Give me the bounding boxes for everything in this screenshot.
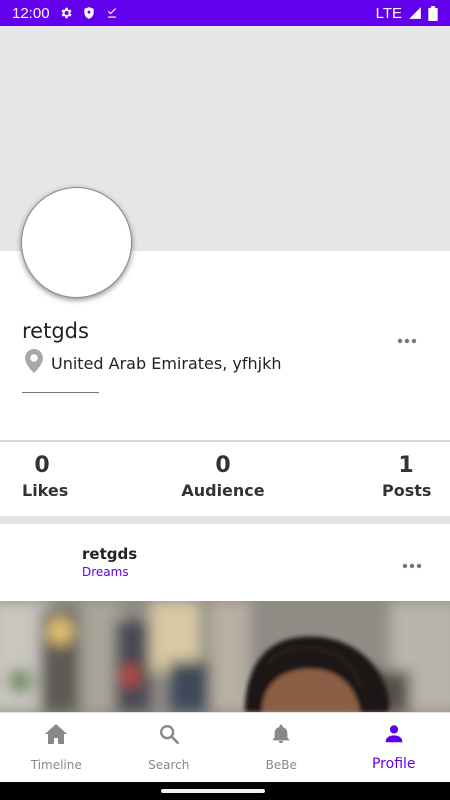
- status-bar: 12:00 LTE: [0, 0, 450, 26]
- bell-icon: [270, 723, 292, 749]
- stat-posts[interactable]: 1 Posts: [382, 452, 432, 502]
- nav-item-bebe[interactable]: BeBe: [225, 713, 338, 783]
- signal-icon: [408, 6, 422, 20]
- download-done-icon: [105, 6, 119, 20]
- profile-username: retgds: [22, 319, 89, 343]
- search-icon: [157, 723, 181, 749]
- stat-audience-label: Audience: [181, 481, 265, 500]
- more-horizontal-icon: [397, 329, 417, 348]
- nav-item-timeline[interactable]: Timeline: [0, 713, 113, 783]
- divider: [22, 392, 99, 393]
- home-icon: [44, 723, 68, 749]
- avatar[interactable]: [21, 187, 132, 298]
- post-category[interactable]: Dreams: [82, 565, 129, 579]
- stat-posts-value: 1: [398, 453, 414, 478]
- stat-audience-value: 0: [215, 453, 231, 478]
- network-type: LTE: [375, 4, 402, 22]
- system-navigation-bar: [0, 782, 450, 800]
- stat-likes-value: 0: [34, 453, 50, 478]
- section-divider: [0, 440, 450, 442]
- more-horizontal-icon: [402, 554, 422, 573]
- nav-label-profile: Profile: [371, 756, 416, 772]
- nav-label-search: Search: [148, 758, 190, 772]
- nav-item-profile[interactable]: Profile: [338, 713, 450, 783]
- stat-likes[interactable]: 0 Likes: [22, 452, 69, 502]
- post-author[interactable]: retgds: [82, 545, 137, 563]
- settings-icon: [59, 6, 73, 20]
- stat-posts-label: Posts: [382, 481, 432, 500]
- battery-icon: [428, 5, 438, 21]
- post-more-button[interactable]: [400, 555, 424, 571]
- location-pin-icon: [25, 349, 43, 377]
- location-text: United Arab Emirates, yfhjkh: [51, 353, 282, 373]
- bottom-navigation: Timeline Search BeBe Profile: [0, 712, 450, 782]
- section-separator: [0, 516, 450, 524]
- shield-icon: [82, 6, 96, 20]
- person-icon: [383, 723, 405, 749]
- nav-item-search[interactable]: Search: [113, 713, 226, 783]
- profile-more-button[interactable]: [394, 330, 420, 346]
- home-gesture-handle[interactable]: [161, 789, 265, 793]
- post-photo: [0, 601, 450, 712]
- stat-audience[interactable]: 0 Audience: [180, 452, 266, 502]
- status-time: 12:00: [12, 4, 50, 22]
- nav-label-bebe: BeBe: [265, 758, 297, 772]
- nav-label-timeline: Timeline: [30, 758, 82, 772]
- stat-likes-label: Likes: [22, 481, 69, 500]
- post-image[interactable]: [0, 601, 450, 712]
- profile-location: United Arab Emirates, yfhjkh: [25, 349, 281, 377]
